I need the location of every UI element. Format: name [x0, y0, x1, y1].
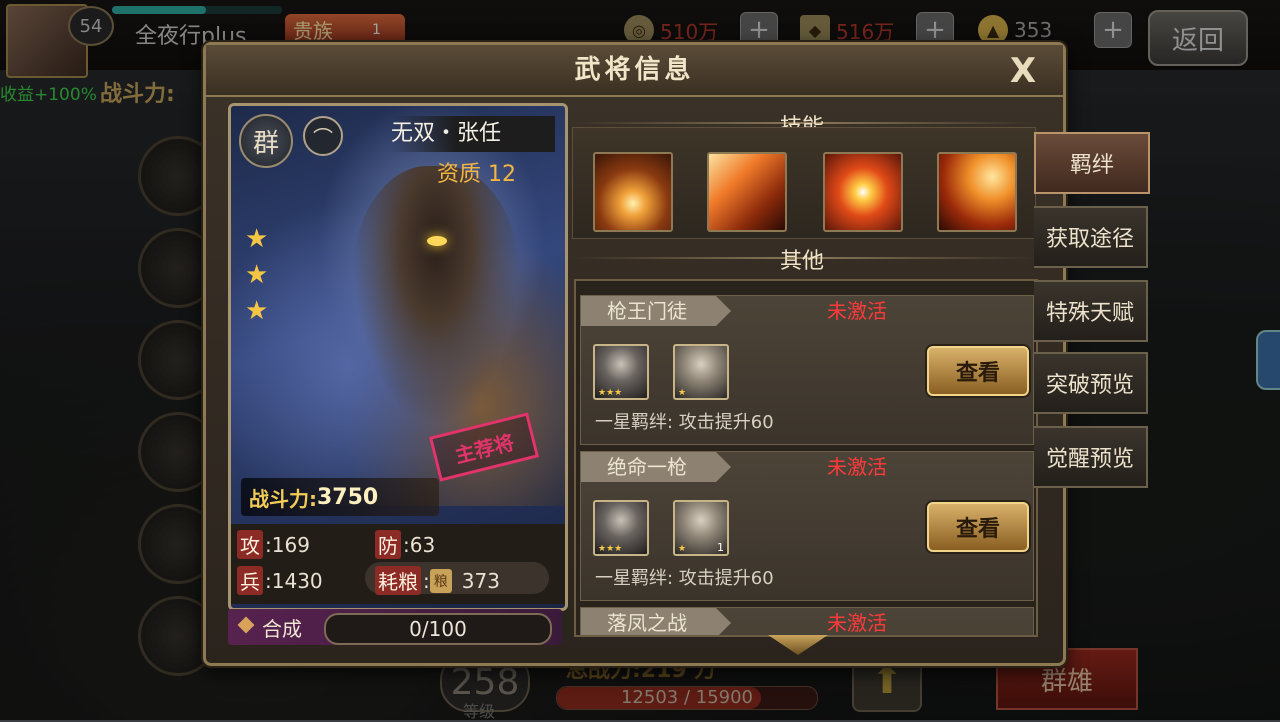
other-header: 其他	[780, 249, 825, 274]
scroll-down-arrow-icon[interactable]	[768, 635, 828, 655]
hero-level-mini: 1	[717, 541, 724, 554]
bow-icon: ⌒	[303, 116, 343, 156]
tab-special-talent[interactable]: 特殊天赋	[1034, 280, 1148, 342]
bond-hero-portrait[interactable]: ★	[673, 344, 729, 400]
bond-item: 落凤之战 未激活	[580, 607, 1034, 635]
stat-attack: 攻 :169	[237, 530, 310, 559]
bond-item: 绝命一枪 未激活 ★★★ ★ 1 查看 一星羁绊: 攻击提升60	[580, 451, 1034, 601]
aptitude: 资质 12	[437, 156, 516, 188]
defense-value: :63	[403, 532, 436, 557]
tab-bonds[interactable]: 羁绊	[1034, 132, 1150, 194]
grain-label: 耗粮	[375, 566, 421, 595]
skill-icon-1[interactable]	[593, 152, 673, 232]
bond-description: 一星羁绊: 攻击提升60	[595, 412, 774, 433]
synthesis-progress-text: 0/100	[409, 617, 467, 641]
star-icon: ★	[245, 296, 269, 326]
hero-card: 群 ⌒ 无双・张任 资质 12 ★ ★ ★ 主荐将 战斗力: 3750 攻 :169…	[228, 103, 568, 611]
mini-star-icon: ★	[678, 388, 687, 398]
tab-breakthrough-preview[interactable]: 突破预览	[1034, 352, 1148, 414]
tab-awakening-preview[interactable]: 觉醒预览	[1034, 426, 1148, 488]
bond-status: 未激活	[827, 611, 887, 635]
view-button[interactable]: 查看	[927, 346, 1029, 396]
skill-icon-3[interactable]	[823, 152, 903, 232]
hero-info-modal: 武将信息 X 群 ⌒ 无双・张任 资质 12 ★ ★ ★ 主荐将 战斗力: 3750…	[203, 42, 1066, 666]
hero-power-label: 战斗力:	[249, 486, 317, 511]
mini-stars-icon: ★★★	[598, 388, 623, 398]
diamond-icon	[237, 616, 255, 634]
bond-hero-portrait[interactable]: ★ 1	[673, 500, 729, 556]
bond-name: 枪王门徒	[607, 299, 687, 323]
close-button[interactable]: X	[1001, 51, 1045, 91]
bond-hero-portrait[interactable]: ★★★	[593, 344, 649, 400]
bond-name: 落凤之战	[607, 611, 687, 635]
hero-figure	[351, 166, 521, 426]
defense-label: 防	[375, 530, 401, 559]
hero-stats: 攻 :169 防 :63 兵 :1430 耗粮 : 粮 373	[231, 524, 565, 604]
bond-description: 一星羁绊: 攻击提升60	[595, 568, 774, 589]
star-icon: ★	[245, 224, 269, 254]
bond-name: 绝命一枪	[607, 455, 687, 479]
modal-title: 武将信息	[574, 55, 695, 85]
troops-label: 兵	[237, 566, 263, 595]
star-icon: ★	[245, 260, 269, 290]
troops-value: :1430	[265, 568, 323, 593]
eye-glow	[427, 236, 447, 246]
bonds-list[interactable]: 枪王门徒 未激活 ★★★ ★ 查看 一星羁绊: 攻击提升60 绝命一枪 未激活 …	[574, 279, 1038, 637]
tab-obtain-methods[interactable]: 获取途径	[1034, 206, 1148, 268]
synthesis-label: 合成	[262, 617, 302, 641]
stat-defense: 防 :63	[375, 530, 435, 559]
bond-hero-portrait[interactable]: ★★★	[593, 500, 649, 556]
synthesis-progress-bar: 0/100	[324, 613, 552, 645]
stat-troops: 兵 :1430	[237, 566, 323, 595]
mini-stars-icon: ★★★	[598, 544, 623, 554]
aptitude-label: 资质	[437, 162, 482, 187]
grain-separator: :	[423, 568, 430, 593]
attack-label: 攻	[237, 530, 263, 559]
bond-status: 未激活	[827, 455, 887, 479]
skill-icon-2[interactable]	[707, 152, 787, 232]
mini-star-icon: ★	[678, 544, 687, 554]
synthesis-row: 合成 0/100	[228, 609, 562, 645]
grain-value: 373	[461, 568, 500, 593]
skill-icon-4[interactable]	[937, 152, 1017, 232]
attack-value: :169	[265, 532, 310, 557]
stat-grain: 耗粮 : 粮 373	[375, 566, 500, 595]
hero-power-banner: 战斗力: 3750	[241, 478, 439, 516]
bond-status: 未激活	[827, 299, 887, 323]
hero-power-value: 3750	[317, 484, 379, 510]
hero-name: 无双・张任	[391, 116, 555, 152]
faction-badge: 群	[239, 114, 293, 168]
grain-icon: 粮	[429, 568, 452, 593]
aptitude-value: 12	[488, 162, 517, 187]
skills-panel	[572, 127, 1036, 239]
bond-item: 枪王门徒 未激活 ★★★ ★ 查看 一星羁绊: 攻击提升60	[580, 295, 1034, 445]
view-button[interactable]: 查看	[927, 502, 1029, 552]
